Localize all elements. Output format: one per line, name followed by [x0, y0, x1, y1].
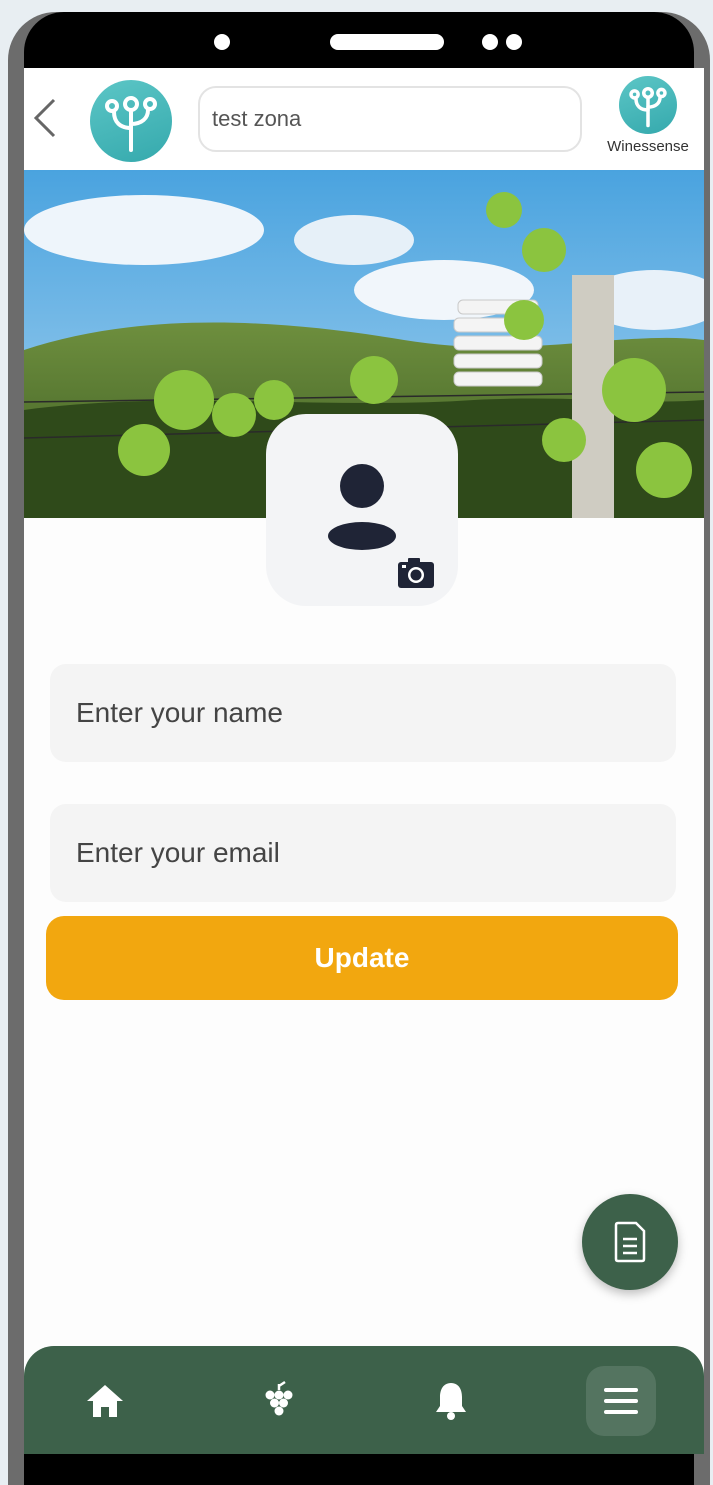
camera-icon[interactable]	[396, 556, 436, 590]
update-button[interactable]: Update	[46, 916, 678, 1000]
document-fab[interactable]	[582, 1194, 678, 1290]
sprout-icon	[105, 96, 157, 152]
chevron-left-icon	[33, 98, 56, 138]
nav-menu[interactable]	[586, 1366, 656, 1436]
app-screen: test zona Winessense Enter your name Ent…	[24, 68, 704, 1454]
sensor-dot	[482, 34, 498, 50]
name-field[interactable]: Enter your name	[50, 664, 676, 762]
home-icon	[87, 1385, 123, 1417]
sprout-icon	[629, 86, 667, 128]
email-field[interactable]: Enter your email	[50, 804, 676, 902]
zone-search-input[interactable]: test zona	[198, 86, 582, 152]
nav-notifications[interactable]	[416, 1366, 486, 1436]
speaker-pill	[330, 34, 444, 50]
brand-name: Winessense	[607, 138, 689, 155]
app-header: test zona Winessense	[24, 68, 704, 170]
nav-grapes[interactable]	[244, 1366, 314, 1436]
back-button[interactable]	[30, 96, 60, 140]
grapes-icon	[265, 1380, 293, 1416]
brand-block: Winessense	[598, 76, 698, 166]
bottom-navigation	[24, 1346, 704, 1454]
email-placeholder: Enter your email	[76, 837, 280, 868]
sensor-dot	[506, 34, 522, 50]
search-value: test zona	[212, 106, 302, 131]
document-list-icon	[614, 1221, 646, 1263]
name-placeholder: Enter your name	[76, 697, 283, 728]
menu-icon	[604, 1388, 638, 1414]
app-logo[interactable]	[90, 80, 172, 162]
camera-dot	[214, 34, 230, 50]
bell-icon	[436, 1383, 466, 1420]
profile-avatar-card[interactable]	[266, 414, 458, 606]
nav-home[interactable]	[70, 1366, 140, 1436]
brand-logo	[619, 76, 677, 134]
